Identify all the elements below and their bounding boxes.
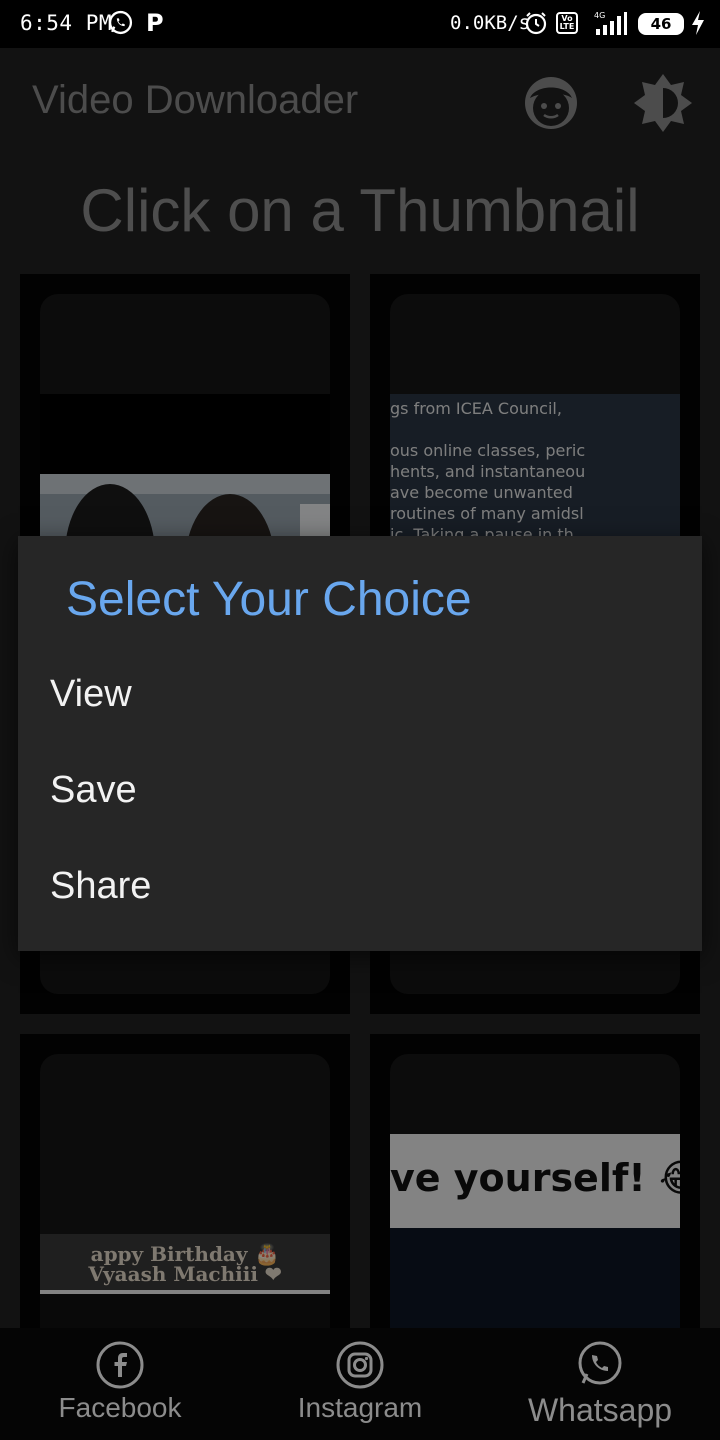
nav-label: Instagram: [297, 1392, 423, 1423]
whatsapp-icon: [578, 1341, 622, 1385]
battery-icon: 46: [638, 13, 684, 35]
option-save[interactable]: Save: [50, 750, 670, 830]
status-time: 6:54 PM: [20, 11, 113, 35]
choice-dialog: Select Your Choice View Save Share: [18, 536, 702, 951]
alarm-icon: [525, 12, 547, 35]
whatsapp-notification-icon: [108, 10, 133, 35]
svg-text:4G: 4G: [594, 11, 605, 20]
instagram-icon: [336, 1341, 384, 1389]
nav-instagram[interactable]: Instagram: [280, 1340, 440, 1424]
bottom-navigation: Facebook Instagram Whatsapp: [0, 1328, 720, 1440]
signal-icon: 4G: [594, 11, 627, 35]
charging-icon: [692, 11, 704, 35]
network-speed: 0.0KB/s: [450, 12, 531, 34]
nav-label: Facebook: [58, 1392, 182, 1423]
nav-whatsapp[interactable]: Whatsapp: [510, 1340, 690, 1429]
status-bar: 6:54 PM P 0.0KB/s Vo LTE 4G 46: [0, 0, 720, 48]
facebook-icon: [96, 1341, 144, 1389]
nav-label: Whatsapp: [527, 1392, 673, 1428]
option-share[interactable]: Share: [50, 846, 670, 926]
p-notification-icon: P: [146, 9, 164, 37]
option-view[interactable]: View: [50, 654, 670, 734]
nav-facebook[interactable]: Facebook: [40, 1340, 200, 1424]
volte-icon: Vo LTE: [556, 12, 578, 34]
dialog-title: Select Your Choice: [66, 573, 472, 626]
